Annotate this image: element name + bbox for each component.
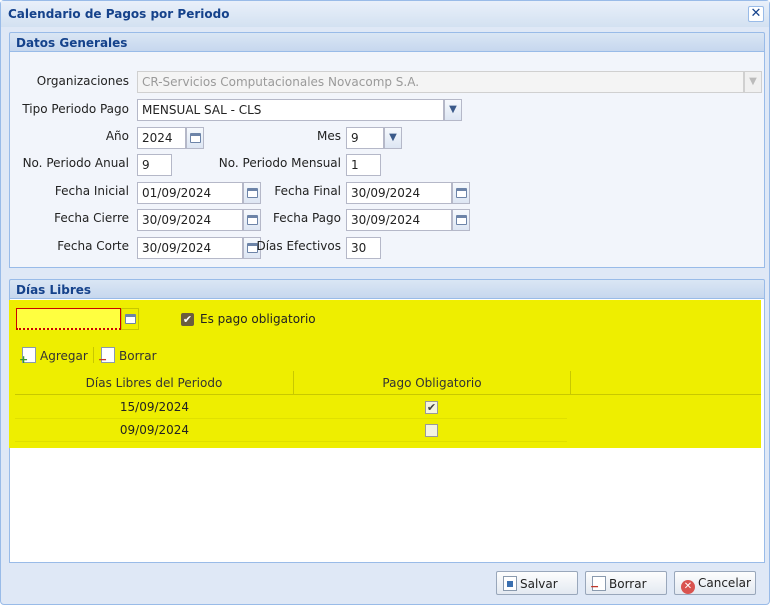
datos-generales-title: Datos Generales bbox=[16, 36, 128, 50]
delete-document-icon: − bbox=[98, 347, 115, 365]
no-periodo-anual-label: No. Periodo Anual bbox=[22, 156, 129, 170]
fecha-cierre-calendar-trigger[interactable] bbox=[243, 209, 261, 231]
fecha-cierre-label: Fecha Cierre bbox=[54, 211, 129, 225]
fecha-pago-label: Fecha Pago bbox=[272, 211, 341, 225]
table-row[interactable]: 15/09/2024 ✔ bbox=[15, 396, 567, 419]
toolbar-separator bbox=[93, 347, 94, 363]
calendar-window: Calendario de Pagos por Periodo ✕ Datos … bbox=[0, 0, 770, 605]
anio-label: Año bbox=[105, 129, 129, 143]
tipo-periodo-label: Tipo Periodo Pago bbox=[22, 102, 129, 116]
calendar-icon bbox=[124, 314, 136, 324]
cancelar-label: Cancelar bbox=[698, 576, 751, 590]
borrar-row-button[interactable]: − Borrar bbox=[98, 347, 157, 365]
delete-icon: − bbox=[590, 576, 606, 592]
dias-efectivos-field[interactable]: 30 bbox=[346, 237, 381, 259]
mes-label: Mes bbox=[317, 129, 341, 143]
borrar-button[interactable]: − Borrar bbox=[585, 571, 667, 595]
no-periodo-mensual-label: No. Periodo Mensual bbox=[218, 156, 341, 170]
fecha-pago-calendar-trigger[interactable] bbox=[452, 209, 470, 231]
tipo-periodo-select[interactable]: MENSUAL SAL - CLS bbox=[137, 99, 444, 121]
close-icon: ✕ bbox=[750, 6, 762, 21]
column-header-dias-libres[interactable]: Días Libres del Periodo bbox=[15, 371, 294, 395]
fecha-cierre-field[interactable]: 30/09/2024 bbox=[137, 209, 243, 231]
grid-empty-area bbox=[15, 448, 761, 561]
calendar-icon bbox=[455, 215, 467, 225]
organizaciones-label: Organizaciones bbox=[36, 74, 129, 88]
checkmark-icon: ✔ bbox=[182, 313, 193, 326]
table-row[interactable]: 09/09/2024 bbox=[15, 419, 567, 442]
chevron-down-icon: ▼ bbox=[389, 132, 397, 143]
datos-generales-header: Datos Generales bbox=[9, 32, 765, 52]
checkmark-icon: ✔ bbox=[426, 401, 437, 414]
calendar-icon bbox=[455, 188, 467, 198]
fecha-corte-field[interactable]: 30/09/2024 bbox=[137, 237, 243, 259]
anio-calendar-trigger[interactable] bbox=[186, 127, 204, 149]
pago-obligatorio-cell-checkbox[interactable] bbox=[425, 424, 438, 437]
fecha-corte-label: Fecha Corte bbox=[57, 239, 129, 253]
calendar-icon bbox=[246, 215, 258, 225]
dia-libre-date-input[interactable] bbox=[16, 308, 121, 330]
calendar-icon bbox=[246, 188, 258, 198]
es-pago-obligatorio-checkbox[interactable]: ✔ bbox=[181, 313, 194, 326]
close-button[interactable]: ✕ bbox=[748, 6, 764, 22]
fecha-final-field[interactable]: 30/09/2024 bbox=[346, 182, 452, 204]
chevron-down-icon: ▼ bbox=[449, 104, 457, 115]
salvar-label: Salvar bbox=[520, 577, 558, 591]
es-pago-obligatorio-label: Es pago obligatorio bbox=[200, 312, 316, 326]
dias-efectivos-label: Días Efectivos bbox=[256, 239, 341, 253]
column-header-pago-obligatorio[interactable]: Pago Obligatorio bbox=[294, 371, 571, 395]
calendar-icon bbox=[189, 133, 201, 143]
chevron-down-icon: ▼ bbox=[749, 76, 757, 87]
cancelar-button[interactable]: ✕ Cancelar bbox=[674, 571, 756, 595]
fecha-inicial-calendar-trigger[interactable] bbox=[243, 182, 261, 204]
dias-libres-title: Días Libres bbox=[16, 283, 92, 297]
fecha-final-calendar-trigger[interactable] bbox=[452, 182, 470, 204]
anio-field[interactable]: 2024 bbox=[137, 127, 186, 149]
cell-fecha: 15/09/2024 bbox=[119, 400, 190, 414]
grid-header: Días Libres del Periodo Pago Obligatorio bbox=[15, 371, 761, 395]
cell-fecha: 09/09/2024 bbox=[119, 423, 190, 437]
window-title: Calendario de Pagos por Periodo bbox=[8, 7, 230, 21]
pago-obligatorio-cell-checkbox[interactable]: ✔ bbox=[425, 401, 438, 414]
agregar-button[interactable]: + Agregar bbox=[19, 347, 88, 365]
tipo-periodo-dropdown-trigger[interactable]: ▼ bbox=[444, 99, 462, 121]
borrar-label: Borrar bbox=[609, 577, 647, 591]
salvar-button[interactable]: Salvar bbox=[496, 571, 578, 595]
fecha-final-label: Fecha Final bbox=[274, 184, 341, 198]
save-icon bbox=[503, 576, 517, 591]
dias-libres-header: Días Libres bbox=[9, 279, 765, 299]
fecha-inicial-label: Fecha Inicial bbox=[54, 184, 129, 198]
organizaciones-select[interactable]: CR-Servicios Computacionales Novacomp S.… bbox=[137, 71, 744, 93]
borrar-row-label: Borrar bbox=[119, 349, 157, 363]
no-periodo-anual-field[interactable]: 9 bbox=[137, 154, 172, 176]
title-bar: Calendario de Pagos por Periodo ✕ bbox=[1, 1, 769, 27]
cancel-icon: ✕ bbox=[681, 580, 695, 594]
organizaciones-dropdown-trigger[interactable]: ▼ bbox=[744, 71, 762, 93]
fecha-inicial-field[interactable]: 01/09/2024 bbox=[137, 182, 243, 204]
agregar-label: Agregar bbox=[40, 349, 88, 363]
dia-libre-calendar-trigger[interactable] bbox=[121, 308, 139, 330]
add-document-icon: + bbox=[19, 347, 36, 365]
mes-dropdown-trigger[interactable]: ▼ bbox=[384, 127, 402, 149]
fecha-pago-field[interactable]: 30/09/2024 bbox=[346, 209, 452, 231]
no-periodo-mensual-field[interactable]: 1 bbox=[346, 154, 381, 176]
mes-select[interactable]: 9 bbox=[346, 127, 384, 149]
